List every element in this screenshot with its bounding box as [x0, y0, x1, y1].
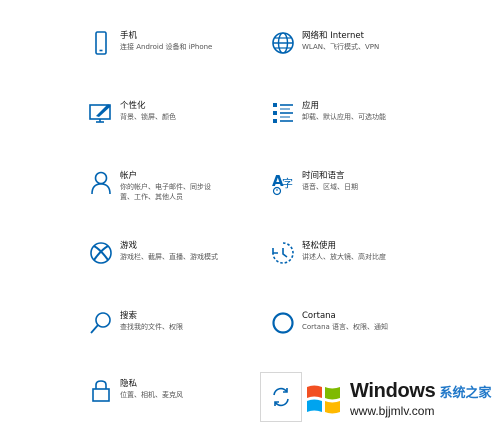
settings-tile-ease-of-access[interactable]: 轻松使用 讲述人、放大镜、高对比度: [268, 238, 468, 282]
tile-title: 轻松使用: [302, 241, 337, 251]
tile-title: 手机: [120, 31, 138, 41]
watermark: Windows 系统之家 www.bjjmlv.com: [300, 372, 493, 426]
xbox-icon: [86, 238, 116, 268]
tile-title: 游戏: [120, 241, 138, 251]
tile-title: 个性化: [120, 101, 146, 111]
sync-icon: [273, 387, 289, 407]
tile-subtitle: 连接 Android 设备和 iPhone: [120, 43, 213, 51]
person-icon: [86, 168, 116, 198]
tile-title: 隐私: [120, 379, 138, 389]
apps-list-icon: [268, 98, 298, 128]
watermark-brand: Windows: [350, 380, 436, 402]
settings-tile-network[interactable]: 网络和 Internet WLAN、飞行模式、VPN: [268, 28, 468, 72]
settings-tile-cortana[interactable]: Cortana Cortana 语言、权限、通知: [268, 308, 468, 352]
paint-screen-icon: [86, 98, 116, 128]
lock-icon: [86, 376, 116, 406]
settings-tile-personalization[interactable]: 个性化 背景、锁屏、颜色: [86, 98, 286, 142]
tile-subtitle-line2: 置、工作、其他人员: [120, 193, 183, 201]
settings-tile-search[interactable]: 搜索 查找我的文件、权限: [86, 308, 286, 352]
tile-subtitle: 语音、区域、日期: [302, 183, 358, 191]
settings-tile-apps[interactable]: 应用 卸载、默认应用、可选功能: [268, 98, 468, 142]
settings-tile-update-partial[interactable]: [260, 372, 302, 422]
search-icon: [86, 308, 116, 338]
ease-of-access-icon: [268, 238, 298, 268]
tile-title: Cortana: [302, 311, 336, 321]
tile-title: 时间和语言: [302, 171, 345, 181]
settings-tile-accounts[interactable]: 帐户 你的帐户、电子邮件、同步设 置、工作、其他人员: [86, 168, 286, 212]
watermark-url: www.bjjmlv.com: [350, 404, 435, 418]
tile-subtitle: Cortana 语言、权限、通知: [302, 323, 389, 331]
settings-tile-privacy[interactable]: 隐私 位置、相机、麦克风: [86, 376, 286, 420]
svg-text:字: 字: [282, 176, 293, 190]
globe-icon: [268, 28, 298, 58]
cortana-circle-icon: [268, 308, 298, 338]
tile-title: 帐户: [120, 171, 138, 181]
settings-tile-phone[interactable]: 手机 连接 Android 设备和 iPhone: [86, 28, 286, 72]
tile-subtitle: 游戏栏、截屏、直播、游戏模式: [120, 253, 218, 261]
tile-title: 网络和 Internet: [302, 31, 364, 41]
phone-icon: [86, 28, 116, 58]
tile-subtitle: 背景、锁屏、颜色: [120, 113, 176, 121]
tile-subtitle: 讲述人、放大镜、高对比度: [302, 253, 386, 261]
tile-subtitle: 位置、相机、麦克风: [120, 391, 183, 399]
watermark-cn: 系统之家: [439, 386, 492, 401]
time-language-icon: A字: [268, 168, 298, 198]
tile-subtitle: WLAN、飞行模式、VPN: [302, 43, 380, 51]
tile-subtitle: 卸载、默认应用、可选功能: [302, 113, 386, 121]
tile-subtitle: 你的帐户、电子邮件、同步设: [120, 183, 211, 191]
tile-subtitle: 查找我的文件、权限: [120, 323, 183, 331]
windows-logo-icon: [307, 385, 340, 414]
tile-title: 搜索: [120, 311, 138, 321]
settings-tile-gaming[interactable]: 游戏 游戏栏、截屏、直播、游戏模式: [86, 238, 286, 282]
settings-tile-time-language[interactable]: A字 时间和语言 语音、区域、日期: [268, 168, 468, 212]
tile-title: 应用: [302, 101, 320, 111]
